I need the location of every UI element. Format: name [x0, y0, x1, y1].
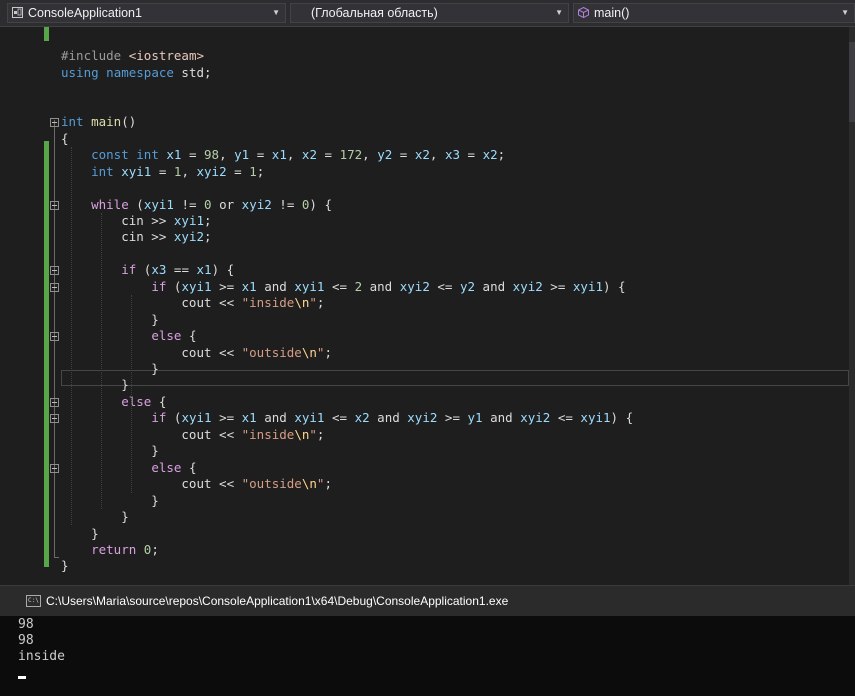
- fold-region-end: [54, 557, 59, 558]
- member-dropdown[interactable]: main() ▼: [573, 3, 855, 23]
- code-line[interactable]: cin >> xyi2;: [61, 229, 211, 246]
- code-line[interactable]: }: [61, 558, 69, 575]
- code-line[interactable]: }: [61, 443, 159, 460]
- code-line[interactable]: if (x3 == x1) {: [61, 262, 234, 279]
- indent-guide: [101, 212, 103, 510]
- navigation-bar: ConsoleApplication1 ▼ (Глобальная област…: [0, 0, 855, 27]
- fold-toggle-icon[interactable]: [50, 266, 59, 276]
- code-line[interactable]: }: [61, 312, 159, 329]
- fold-toggle-icon[interactable]: [50, 397, 59, 407]
- code-editor[interactable]: #include <iostream> using namespace std; i…: [0, 27, 855, 585]
- console-line: inside: [18, 649, 65, 664]
- project-dropdown[interactable]: ConsoleApplication1 ▼: [7, 3, 286, 23]
- current-line-highlight: [61, 370, 849, 386]
- code-line[interactable]: #include <iostream>: [61, 48, 204, 65]
- code-line[interactable]: }: [61, 361, 159, 378]
- fold-toggle-icon[interactable]: [50, 118, 59, 128]
- member-dropdown-label: main(): [594, 6, 630, 20]
- fold-toggle-icon[interactable]: [50, 463, 59, 473]
- chevron-down-icon: ▼: [555, 8, 563, 17]
- indent-guide: [71, 147, 73, 526]
- fold-toggle-icon[interactable]: [50, 200, 59, 210]
- console-title: C:\Users\Maria\source\repos\ConsoleAppli…: [46, 594, 509, 608]
- code-line[interactable]: {: [61, 131, 69, 148]
- console-cursor: [18, 676, 26, 679]
- change-marker: [44, 141, 49, 567]
- scrollbar-thumb[interactable]: [849, 42, 855, 122]
- fold-toggle-icon[interactable]: [50, 332, 59, 342]
- code-line[interactable]: }: [61, 493, 159, 510]
- code-line[interactable]: using namespace std;: [61, 65, 212, 82]
- code-line[interactable]: if (xyi1 >= x1 and xyi1 <= 2 and xyi2 <=…: [61, 279, 625, 296]
- change-marker: [44, 27, 49, 41]
- code-line[interactable]: return 0;: [61, 542, 159, 559]
- code-line[interactable]: else {: [61, 394, 166, 411]
- console-window-icon: C:\: [26, 595, 41, 607]
- fold-toggle-icon[interactable]: [50, 282, 59, 292]
- code-line[interactable]: int xyi1 = 1, xyi2 = 1;: [61, 164, 264, 181]
- console-title-bar: C:\ C:\Users\Maria\source\repos\ConsoleA…: [0, 585, 855, 616]
- project-icon: [12, 7, 23, 18]
- scope-dropdown[interactable]: (Глобальная область) ▼: [290, 3, 569, 23]
- code-line[interactable]: if (xyi1 >= x1 and xyi1 <= x2 and xyi2 >…: [61, 410, 633, 427]
- code-line[interactable]: else {: [61, 460, 196, 477]
- editor-vertical-scrollbar[interactable]: [849, 27, 855, 585]
- console-output[interactable]: 98 98 inside: [0, 616, 855, 696]
- console-line: 98: [18, 633, 34, 648]
- code-line[interactable]: const int x1 = 98, y1 = x1, x2 = 172, y2…: [61, 147, 505, 164]
- method-cube-icon: [578, 7, 589, 18]
- code-line[interactable]: }: [61, 526, 99, 543]
- project-dropdown-label: ConsoleApplication1: [28, 6, 142, 20]
- code-line[interactable]: int main(): [61, 114, 136, 131]
- fold-toggle-icon[interactable]: [50, 414, 59, 424]
- code-line[interactable]: cin >> xyi1;: [61, 213, 211, 230]
- chevron-down-icon: ▼: [272, 8, 280, 17]
- chevron-down-icon: ▼: [841, 8, 849, 17]
- code-line[interactable]: while (xyi1 != 0 or xyi2 != 0) {: [61, 197, 332, 214]
- console-line: 98: [18, 617, 34, 632]
- scope-dropdown-label: (Глобальная область): [311, 6, 438, 20]
- indent-guide: [131, 295, 133, 493]
- code-line[interactable]: else {: [61, 328, 196, 345]
